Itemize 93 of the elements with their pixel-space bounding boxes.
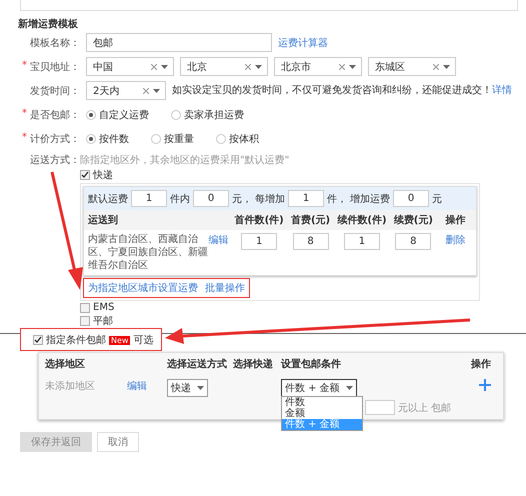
fee-label: 每增加: [255, 192, 285, 206]
caret-icon: [161, 64, 168, 68]
input-field[interactable]: 包邮: [86, 33, 272, 52]
radio-label[interactable]: 按件数: [99, 132, 129, 146]
column-header: 运送到: [88, 214, 119, 227]
fee-label: 元，: [232, 192, 252, 206]
dropdown-option[interactable]: 件数: [282, 397, 362, 408]
new-badge: New: [109, 336, 130, 344]
radio-label[interactable]: 按体积: [229, 132, 259, 146]
link[interactable]: 为指定地区城市设置运费: [88, 281, 198, 295]
radio-button[interactable]: [151, 134, 161, 144]
optional-label: 可选: [133, 334, 154, 347]
input-field[interactable]: 8: [292, 233, 329, 250]
column-header: 首件数(件): [234, 214, 285, 227]
select-field[interactable]: 东城区: [368, 57, 456, 76]
method-select[interactable]: 快递: [167, 379, 208, 397]
edit-link[interactable]: 编辑: [127, 381, 147, 392]
column-header: 选择地区: [45, 358, 86, 371]
fee-label: 增加运费: [350, 192, 390, 206]
radio-button[interactable]: [171, 110, 181, 120]
caret-icon: [153, 88, 160, 92]
clear-icon[interactable]: [339, 64, 345, 70]
add-icon[interactable]: [479, 379, 491, 391]
required-mark: *: [22, 132, 28, 144]
radio-button[interactable]: [86, 110, 96, 120]
column-header: 选择快递: [233, 357, 274, 371]
select-field[interactable]: 中国: [86, 57, 174, 76]
edit-link[interactable]: 编辑: [208, 235, 228, 246]
field-label: 发货时间：: [30, 84, 80, 98]
input-field[interactable]: 1: [344, 233, 380, 250]
delete-link[interactable]: 删除: [446, 233, 466, 247]
radio-button[interactable]: [86, 134, 96, 144]
clear-icon[interactable]: [143, 88, 149, 94]
region-list: 内蒙古自治区、西藏自治区、宁夏回族自治区、新疆维吾尔自治区: [88, 233, 208, 272]
fee-label: 件，: [327, 192, 347, 206]
column-header: 操作: [470, 358, 492, 371]
clear-icon[interactable]: [433, 64, 439, 70]
input-field[interactable]: [365, 400, 395, 415]
input-field[interactable]: 0: [393, 190, 429, 207]
link[interactable]: 批量操作: [205, 281, 245, 295]
column-header: 续件数(件): [336, 214, 388, 227]
hint-text: 除指定地区外，其余地区的运费采用"默认运费": [80, 154, 290, 167]
input-field[interactable]: 0: [193, 190, 229, 207]
amount-suffix: 元以上 包邮: [398, 402, 451, 414]
required-mark: *: [22, 60, 28, 72]
caret-icon: [255, 64, 262, 68]
column-header: 选择运送方式: [167, 357, 228, 371]
calculator-link[interactable]: 运费计算器: [278, 36, 328, 50]
radio-label[interactable]: 自定义运费: [99, 108, 149, 122]
field-label: 宝贝地址：: [30, 60, 80, 74]
region-text: 未添加地区: [45, 380, 96, 393]
fee-label: 元: [432, 192, 442, 206]
caret-icon: [349, 64, 356, 68]
caret-icon: [443, 64, 450, 68]
checkbox-label[interactable]: 平邮: [93, 314, 113, 328]
checkbox[interactable]: [80, 302, 90, 312]
required-mark: *: [22, 108, 28, 120]
field-label: 运送方式：: [30, 154, 80, 167]
checkbox[interactable]: [80, 170, 90, 180]
caret-icon: [346, 386, 353, 390]
cancel-button[interactable]: 取消: [97, 432, 139, 452]
input-field[interactable]: 1: [288, 190, 324, 207]
dropdown-option[interactable]: 金额: [282, 408, 362, 419]
fee-label: 默认运费: [88, 192, 128, 206]
input-field[interactable]: 1: [241, 233, 278, 250]
details-link[interactable]: 详情: [492, 84, 512, 96]
select-field[interactable]: 北京: [180, 57, 268, 76]
condition-select[interactable]: 件数 + 金额: [281, 379, 357, 397]
column-header: 续费(元): [392, 214, 434, 227]
select-field[interactable]: 北京市: [274, 57, 362, 76]
clear-icon[interactable]: [151, 64, 157, 70]
field-label: 是否包邮：: [30, 108, 80, 122]
column-header: 设置包邮条件: [281, 358, 342, 371]
radio-label[interactable]: 卖家承担运费: [184, 108, 244, 122]
column-header: 操作: [444, 214, 467, 227]
caret-icon: [197, 386, 204, 390]
column-header: 首费(元): [290, 214, 332, 227]
checkbox-label[interactable]: 快递: [93, 168, 113, 182]
clear-icon[interactable]: [245, 64, 251, 70]
field-label: 计价方式：: [30, 132, 80, 146]
hint-text: 如实设定宝贝的发货时间，不仅可避免发货咨询和纠纷，还能促进成交！详情: [172, 84, 512, 96]
checkbox[interactable]: [80, 316, 90, 326]
radio-button[interactable]: [216, 134, 226, 144]
section-title: 新增运费模板: [18, 17, 79, 31]
input-field[interactable]: 1: [131, 190, 167, 207]
checkbox[interactable]: [33, 335, 43, 345]
input-field[interactable]: 8: [395, 233, 432, 250]
field-label: 模板名称：: [30, 36, 80, 50]
checkbox-label[interactable]: 指定条件包邮: [46, 333, 106, 347]
fee-label: 件内: [170, 192, 190, 206]
radio-label[interactable]: 按重量: [164, 132, 194, 146]
checkbox-label[interactable]: EMS: [93, 302, 114, 313]
select-field[interactable]: 2天内: [86, 81, 166, 100]
